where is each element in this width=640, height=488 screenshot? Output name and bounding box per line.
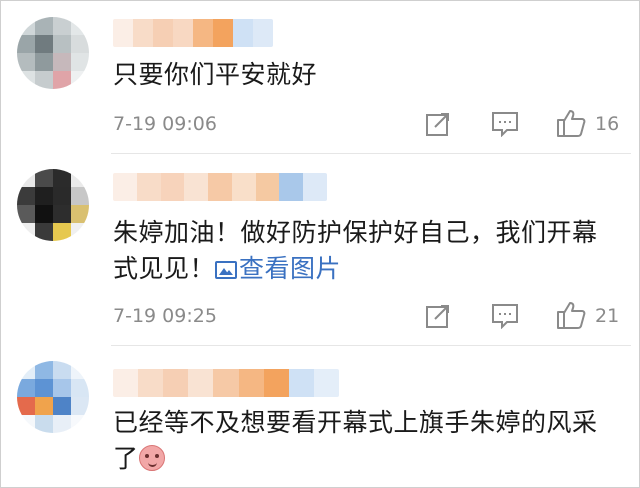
comment-text-line-1: 已经等不及想要看开幕式上旗手朱婷的风采 bbox=[113, 408, 598, 437]
emoji-icon bbox=[138, 445, 165, 471]
view-image-link[interactable]: 查看图片 bbox=[215, 254, 341, 283]
comment-time: 7-19 09:25 bbox=[113, 305, 217, 327]
comment-icon[interactable] bbox=[491, 111, 519, 137]
comment-text-line-2: 式见见！ 查看图片 bbox=[113, 247, 341, 291]
comment-icon[interactable] bbox=[491, 303, 519, 329]
view-image-label: 查看图片 bbox=[239, 254, 342, 283]
comment-text-line-2: 了 bbox=[113, 437, 165, 481]
thumbs-up-icon[interactable] bbox=[556, 300, 586, 330]
divider bbox=[111, 345, 631, 346]
username[interactable] bbox=[113, 173, 327, 201]
divider bbox=[111, 153, 631, 154]
like-count: 21 bbox=[595, 305, 620, 327]
share-icon[interactable] bbox=[425, 111, 451, 137]
username[interactable] bbox=[113, 19, 273, 47]
image-icon bbox=[215, 261, 238, 279]
avatar[interactable] bbox=[17, 17, 89, 89]
comment-text: 只要你们平安就好 bbox=[113, 60, 318, 89]
share-icon[interactable] bbox=[425, 303, 451, 329]
avatar[interactable] bbox=[17, 361, 89, 433]
avatar[interactable] bbox=[17, 169, 89, 241]
comment-text-line-2-content: 式见见！ bbox=[113, 254, 216, 283]
username[interactable] bbox=[113, 369, 339, 397]
comment-time: 7-19 09:06 bbox=[113, 113, 217, 135]
thumbs-up-icon[interactable] bbox=[556, 108, 586, 138]
like-count: 16 bbox=[595, 113, 620, 135]
comment-text-line-2-content: 了 bbox=[113, 444, 139, 473]
